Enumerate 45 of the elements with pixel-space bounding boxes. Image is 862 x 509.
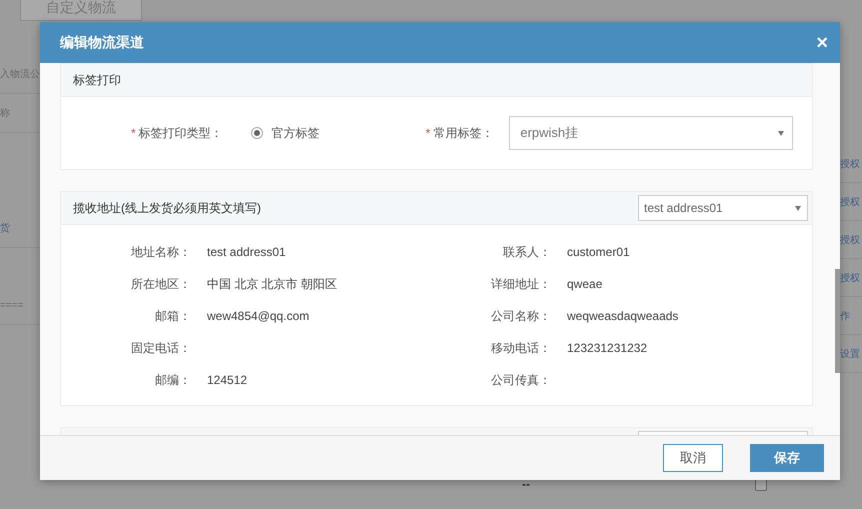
field-value: qweae [566, 277, 604, 291]
required-mark: * [131, 126, 136, 140]
field-value: 123231231232 [566, 341, 648, 355]
link[interactable]: 作 [840, 308, 850, 322]
caret-icon [795, 206, 801, 210]
field-label: 所在地区： [130, 276, 191, 292]
field-label: 详细地址： [490, 276, 551, 292]
dialog-title: 编辑物流渠道 [60, 34, 144, 52]
field-label: 地址名称： [130, 244, 191, 260]
radio-option[interactable]: 官方标签 [250, 124, 320, 142]
field-label: 联系人： [502, 244, 551, 260]
field-label: 固定电话： [130, 340, 191, 356]
link[interactable]: 设置 [840, 346, 860, 360]
required-mark: * [426, 126, 430, 140]
close-button[interactable]: × [816, 32, 828, 52]
caret-icon [778, 130, 784, 136]
table-cell: -- [522, 477, 530, 491]
field-value: 中国 北京 北京市 朝阳区 [206, 276, 338, 292]
address-select[interactable]: test address01 [638, 195, 808, 221]
link[interactable]: 授权 [840, 270, 860, 284]
field-label: 邮编： [154, 372, 191, 388]
field-value: test address01 [206, 245, 287, 259]
checkbox[interactable] [755, 479, 767, 491]
field-value: weqweasdaqweaads [566, 309, 680, 323]
field-value: 124512 [206, 373, 248, 387]
label-select[interactable]: erpwish挂 [509, 116, 794, 150]
table-cell-text: 货 [0, 222, 10, 235]
field-value: wew4854@qq.com [206, 309, 310, 323]
table-cell: ==== [0, 300, 24, 310]
field-label: 公司名称： [490, 308, 551, 324]
link[interactable]: 授权 [840, 232, 860, 246]
field-label: 移动电话： [490, 340, 551, 356]
field-label: 标签打印类型： [138, 126, 223, 140]
link[interactable]: 授权 [840, 194, 860, 208]
cancel-button[interactable]: 取消 [663, 444, 723, 472]
link[interactable]: 授权 [840, 156, 860, 170]
field-label: 公司传真： [490, 372, 551, 388]
section-title: 揽收地址(线上发货必须用英文填写) [73, 200, 261, 216]
save-button[interactable]: 保存 [750, 444, 824, 472]
field-label: 邮箱： [154, 308, 191, 324]
radio-button[interactable] [250, 127, 263, 139]
field-value: customer01 [566, 245, 631, 259]
scrollbar-thumb[interactable] [835, 269, 840, 373]
section-title: 标签打印 [73, 72, 121, 88]
field-label: 常用标签： [433, 126, 494, 140]
